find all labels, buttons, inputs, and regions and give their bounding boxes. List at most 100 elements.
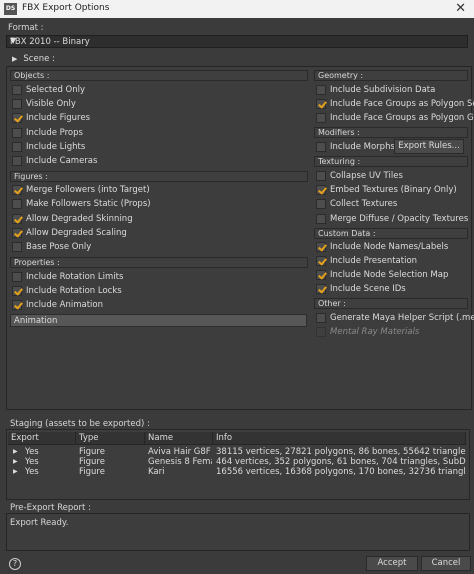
title-bar: DS FBX Export Options ✕ xyxy=(0,0,474,18)
option-include-figures[interactable]: Include Figures xyxy=(12,111,90,124)
checkbox[interactable] xyxy=(12,155,22,166)
row-info: 38115 vertices, 27821 polygons, 86 bones… xyxy=(216,447,466,457)
option-make-followers-static[interactable]: Make Followers Static (Props) xyxy=(12,197,151,210)
option-include-animation[interactable]: Include Animation xyxy=(12,298,103,311)
option-collect-textures[interactable]: Collect Textures xyxy=(316,197,397,210)
option-face-groups-polygon-groups[interactable]: Include Face Groups as Polygon Groups xyxy=(316,111,474,124)
column-type[interactable]: Type xyxy=(76,432,145,445)
checkbox-checked[interactable] xyxy=(316,98,326,109)
checkbox-checked[interactable] xyxy=(316,255,326,266)
checkbox[interactable] xyxy=(316,170,326,181)
export-rules-button[interactable]: Export Rules... xyxy=(394,139,464,154)
texturing-header: Texturing : xyxy=(314,156,468,167)
checkbox[interactable] xyxy=(316,141,326,152)
figures-header: Figures : xyxy=(10,171,308,182)
checkbox[interactable] xyxy=(316,84,326,95)
table-row[interactable]: ▶ Yes Figure Genesis 8 Femal... 464 vert… xyxy=(8,457,466,467)
checkbox[interactable] xyxy=(12,141,22,152)
checkbox-checked[interactable] xyxy=(12,299,22,310)
column-info[interactable]: Info xyxy=(213,432,466,445)
checkbox[interactable] xyxy=(12,84,22,95)
column-export[interactable]: Export xyxy=(8,432,76,445)
daz-app-icon: DS xyxy=(4,3,17,15)
chevron-down-icon: ▼ xyxy=(10,36,17,45)
option-base-pose-only[interactable]: Base Pose Only xyxy=(12,240,91,253)
expand-arrow-icon[interactable]: ▶ xyxy=(13,448,18,455)
help-icon: ? xyxy=(12,559,18,568)
checkbox-checked[interactable] xyxy=(12,112,22,123)
option-merge-followers[interactable]: Merge Followers (into Target) xyxy=(12,183,150,196)
row-type: Figure xyxy=(79,467,105,477)
option-face-groups-polygon-sets[interactable]: Include Face Groups as Polygon Sets xyxy=(316,97,474,110)
row-type: Figure xyxy=(79,457,105,467)
properties-header: Properties : xyxy=(10,257,308,268)
checkbox[interactable] xyxy=(12,241,22,252)
row-name: Kari xyxy=(148,467,165,477)
option-include-rotation-locks[interactable]: Include Rotation Locks xyxy=(12,284,122,297)
report-panel xyxy=(6,513,470,551)
expand-arrow-icon[interactable]: ▶ xyxy=(13,458,18,465)
option-generate-maya-script[interactable]: Generate Maya Helper Script (.mel) xyxy=(316,311,474,324)
checkbox[interactable] xyxy=(12,198,22,209)
report-text: Export Ready. xyxy=(10,518,69,528)
option-mental-ray-materials: Mental Ray Materials xyxy=(316,325,419,338)
checkbox[interactable] xyxy=(316,213,326,224)
row-export: Yes xyxy=(25,447,39,457)
option-visible-only[interactable]: Visible Only xyxy=(12,97,76,110)
checkbox-checked[interactable] xyxy=(12,213,22,224)
option-include-node-selection-map[interactable]: Include Node Selection Map xyxy=(316,268,448,281)
option-selected-only[interactable]: Selected Only xyxy=(12,83,85,96)
row-info: 16556 vertices, 16368 polygons, 170 bone… xyxy=(216,467,466,477)
checkbox-checked[interactable] xyxy=(316,269,326,280)
option-include-props[interactable]: Include Props xyxy=(12,126,83,139)
animation-section[interactable]: Animation xyxy=(10,314,307,327)
checkbox-disabled xyxy=(316,326,326,337)
close-icon[interactable]: ✕ xyxy=(455,1,466,16)
accept-button[interactable]: Accept xyxy=(366,556,418,571)
option-include-subdivision-data[interactable]: Include Subdivision Data xyxy=(316,83,435,96)
option-collapse-uv-tiles[interactable]: Collapse UV Tiles xyxy=(316,169,403,182)
option-allow-degraded-skinning[interactable]: Allow Degraded Skinning xyxy=(12,212,133,225)
report-label: Pre-Export Report : xyxy=(10,503,91,513)
other-header: Other : xyxy=(314,298,468,309)
row-export: Yes xyxy=(25,467,39,477)
checkbox-checked[interactable] xyxy=(12,227,22,238)
column-name[interactable]: Name xyxy=(145,432,213,445)
checkbox-checked[interactable] xyxy=(316,184,326,195)
option-merge-diffuse-opacity[interactable]: Merge Diffuse / Opacity Textures xyxy=(316,212,468,225)
expand-arrow-icon[interactable]: ▶ xyxy=(13,468,18,475)
checkbox[interactable] xyxy=(12,271,22,282)
checkbox[interactable] xyxy=(316,112,326,123)
option-embed-textures[interactable]: Embed Textures (Binary Only) xyxy=(316,183,457,196)
help-button[interactable]: ? xyxy=(9,558,21,570)
checkbox-checked[interactable] xyxy=(316,241,326,252)
option-include-cameras[interactable]: Include Cameras xyxy=(12,154,97,167)
option-include-rotation-limits[interactable]: Include Rotation Limits xyxy=(12,270,123,283)
checkbox-checked[interactable] xyxy=(12,184,22,195)
checkbox[interactable] xyxy=(316,198,326,209)
scene-label: Scene : xyxy=(23,53,55,64)
checkbox-checked[interactable] xyxy=(12,285,22,296)
checkbox[interactable] xyxy=(316,312,326,323)
custom-data-header: Custom Data : xyxy=(314,228,468,239)
table-row[interactable]: ▶ Yes Figure Kari 16556 vertices, 16368 … xyxy=(8,467,466,477)
cancel-button[interactable]: Cancel xyxy=(421,556,471,571)
option-allow-degraded-scaling[interactable]: Allow Degraded Scaling xyxy=(12,226,127,239)
row-export: Yes xyxy=(25,457,39,467)
option-include-presentation[interactable]: Include Presentation xyxy=(316,254,417,267)
option-include-lights[interactable]: Include Lights xyxy=(12,140,85,153)
checkbox-checked[interactable] xyxy=(316,283,326,294)
row-name: Aviva Hair G8F xyxy=(148,447,211,457)
triangle-right-icon: ▶ xyxy=(12,54,18,63)
table-row[interactable]: ▶ Yes Figure Aviva Hair G8F 38115 vertic… xyxy=(8,447,466,457)
window-title: FBX Export Options xyxy=(22,3,110,13)
checkbox[interactable] xyxy=(12,127,22,138)
option-include-scene-ids[interactable]: Include Scene IDs xyxy=(316,282,406,295)
animation-label: Animation xyxy=(14,316,58,326)
option-include-morphs[interactable]: Include Morphs xyxy=(316,140,395,153)
format-dropdown[interactable]: FBX 2010 -- Binary ▼ xyxy=(6,35,468,48)
staging-table-header: Export Type Name Info xyxy=(8,432,466,445)
scene-toggle[interactable]: ▶ Scene : xyxy=(12,52,55,65)
checkbox[interactable] xyxy=(12,98,22,109)
option-include-node-names[interactable]: Include Node Names/Labels xyxy=(316,240,448,253)
